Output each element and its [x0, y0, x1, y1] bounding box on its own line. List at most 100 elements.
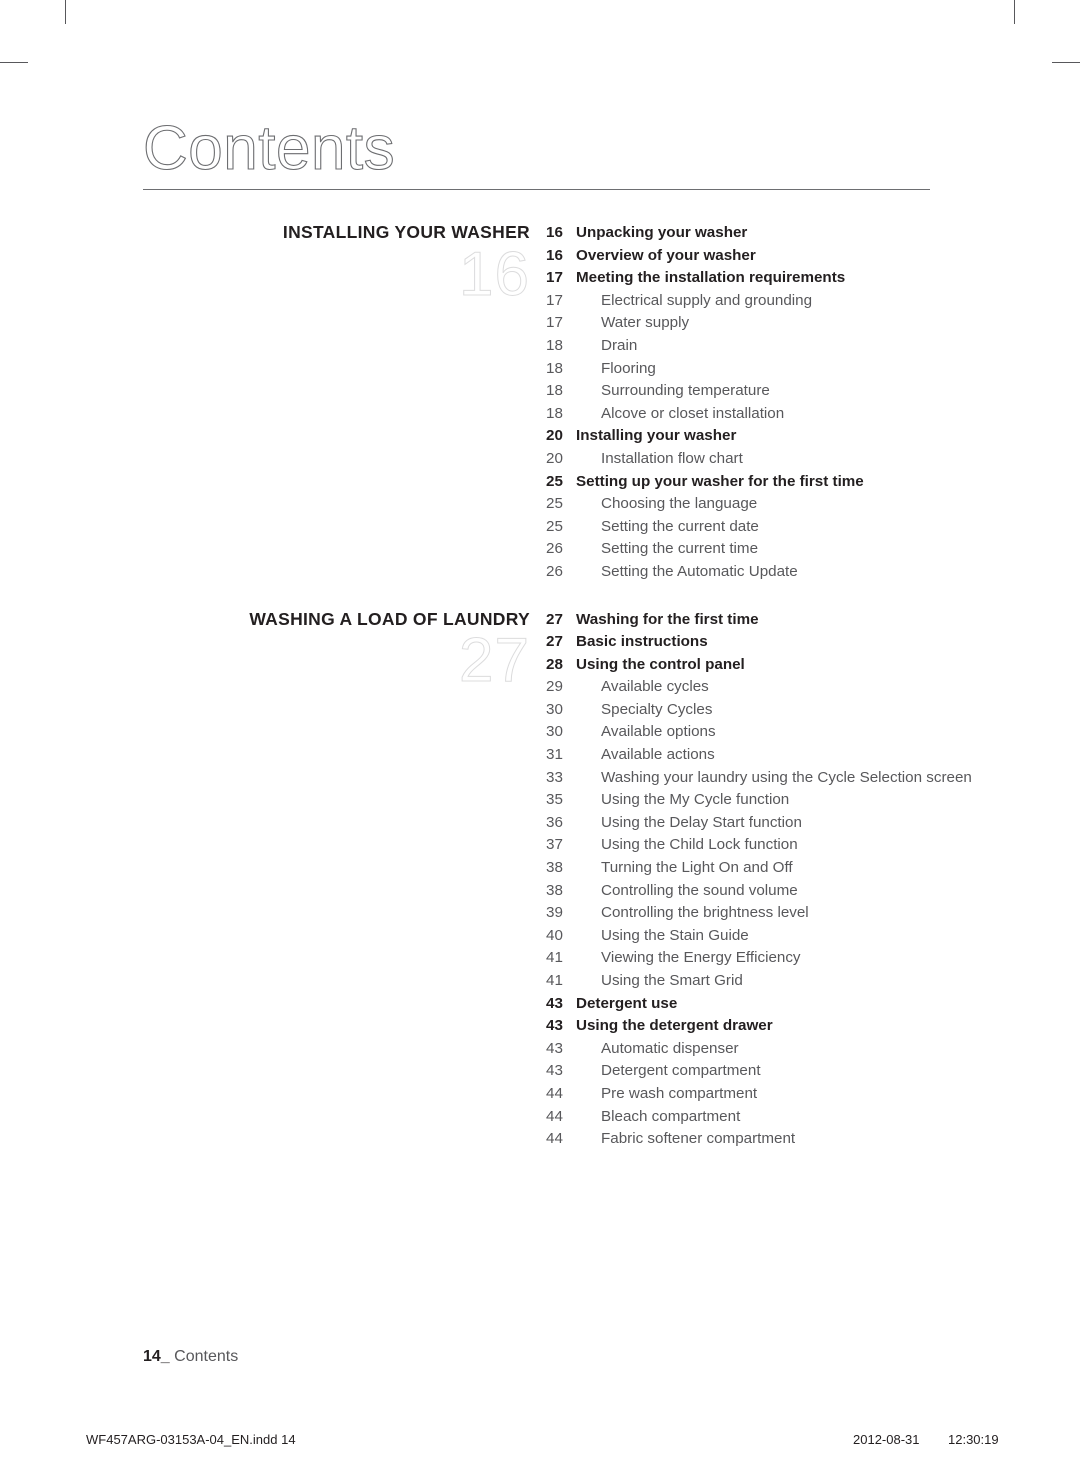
toc-entry[interactable]: 44 Pre wash compartment — [546, 1083, 976, 1106]
toc-entry-page: 20 — [546, 449, 563, 467]
toc-entry-page: 16 — [546, 224, 563, 241]
toc-entry[interactable]: 40 Using the Stain Guide — [546, 925, 976, 948]
toc-entry[interactable]: 17 Meeting the installation requirements — [546, 267, 976, 290]
toc-entry[interactable]: 26 Setting the Automatic Update — [546, 561, 976, 584]
toc-entry-label: Alcove or closet installation — [601, 404, 785, 422]
toc-entry-page: 17 — [546, 269, 563, 287]
toc-entry-label: Available actions — [601, 746, 715, 764]
toc-entry-label: Controlling the brightness level — [601, 904, 809, 922]
page-title: Contents — [142, 114, 396, 183]
toc-entry[interactable]: 20 Installing your washer — [546, 425, 976, 448]
toc-entry[interactable]: 36 Using the Delay Start function — [546, 812, 976, 835]
toc-entry-label: Using the Stain Guide — [601, 926, 749, 944]
toc-entry-page: 17 — [546, 291, 563, 309]
toc-entry-page: 44 — [546, 1084, 563, 1102]
toc-entry[interactable]: 39 Controlling the brightness level — [546, 902, 976, 925]
toc-entry-label: Choosing the language — [601, 495, 758, 513]
toc-entry-list: 27 Washing for the first time 27 Basic inst… — [546, 609, 976, 1151]
toc-entry[interactable]: 29 Available cycles — [546, 676, 976, 699]
toc-entry[interactable]: 38 Turning the Light On and Off — [546, 857, 976, 880]
toc-entry[interactable]: 41 Using the Smart Grid — [546, 970, 976, 993]
toc-entry[interactable]: 20 Installation flow chart — [546, 448, 976, 471]
toc-entry-label: Controlling the sound volume — [601, 881, 798, 899]
crop-mark-top-left-vertical — [65, 0, 66, 24]
toc-entry-page: 26 — [546, 540, 563, 558]
toc-entry-label: Overview of your washer — [576, 246, 756, 264]
toc-entry-page: 25 — [546, 517, 563, 535]
slug-time: 12:30:19 — [948, 1432, 999, 1447]
toc-entry[interactable]: 30 Available options — [546, 721, 976, 744]
toc-entry-label: Detergent use — [576, 994, 678, 1012]
toc-entry-label: Setting up your washer for the first tim… — [576, 472, 864, 490]
toc-entry-page: 18 — [546, 336, 563, 354]
toc-entry[interactable]: 43 Detergent use — [546, 993, 976, 1016]
toc-entry-label: Using the My Cycle function — [601, 791, 790, 809]
toc-entry-label: Setting the Automatic Update — [601, 562, 798, 580]
toc-entry[interactable]: 16 Unpacking your washer — [546, 222, 976, 245]
crop-mark-top-left-horizontal — [0, 62, 28, 63]
toc-entry[interactable]: 28 Using the control panel — [546, 654, 976, 677]
toc-entry[interactable]: 27 Basic instructions — [546, 631, 976, 654]
toc-entry-page: 30 — [546, 700, 563, 718]
toc-entry[interactable]: 25 Setting the current date — [546, 516, 976, 539]
toc-entry[interactable]: 17 Electrical supply and grounding — [546, 290, 976, 313]
toc-entry-label: Detergent compartment — [601, 1062, 761, 1080]
toc-entry[interactable]: 44 Fabric softener compartment — [546, 1128, 976, 1151]
toc-entry[interactable]: 43 Detergent compartment — [546, 1060, 976, 1083]
toc-entry-label: Meeting the installation requirements — [576, 269, 846, 287]
crop-mark-top-right-horizontal — [1052, 62, 1080, 63]
toc-entry[interactable]: 43 Using the detergent drawer — [546, 1015, 976, 1038]
toc-entry[interactable]: 35 Using the My Cycle function — [546, 789, 976, 812]
toc-entry-page: 25 — [546, 472, 563, 490]
toc-section-heading: WASHING A LOAD OF LAUNDRY 27 — [143, 609, 530, 693]
folio-number: 14_ — [143, 1348, 170, 1365]
toc-entry-page: 36 — [546, 813, 563, 831]
toc-entry-label: Using the Smart Grid — [601, 972, 743, 989]
toc-entry[interactable]: 18 Drain — [546, 335, 976, 358]
table-of-contents: INSTALLING YOUR WASHER 16 16 Unpacking your… — [0, 222, 1080, 1151]
toc-entry-page: 25 — [546, 495, 563, 513]
toc-entry-page: 31 — [546, 746, 563, 764]
toc-entry-label: Using the Child Lock function — [601, 836, 798, 854]
page-footer: 14_ Contents — [143, 1348, 238, 1366]
toc-entry-label: Unpacking your washer — [576, 224, 748, 241]
toc-entry[interactable]: 37 Using the Child Lock function — [546, 834, 976, 857]
toc-entry[interactable]: 17 Water supply — [546, 312, 976, 335]
toc-entry[interactable]: 38 Controlling the sound volume — [546, 880, 976, 903]
toc-entry-label: Using the control panel — [576, 655, 745, 673]
toc-entry[interactable]: 16 Overview of your washer — [546, 245, 976, 268]
toc-entry-page: 41 — [546, 949, 563, 967]
toc-entry-label: Electrical supply and grounding — [601, 291, 813, 309]
toc-entry-label: Setting the current time — [601, 540, 759, 558]
toc-entry[interactable]: 31 Available actions — [546, 744, 976, 767]
toc-entry[interactable]: 18 Flooring — [546, 358, 976, 381]
document-page: Contents INSTALLING YOUR WASHER 16 16 Unpac… — [0, 0, 1080, 1461]
toc-entry-label: Automatic dispenser — [601, 1039, 739, 1057]
toc-entry-label: Specialty Cycles — [601, 700, 713, 718]
toc-entry-page: 44 — [546, 1130, 563, 1148]
toc-entry[interactable]: 27 Washing for the first time — [546, 609, 976, 632]
toc-entry-page: 30 — [546, 723, 563, 741]
toc-entry-page: 41 — [546, 972, 563, 989]
toc-entry[interactable]: 33 Washing your laundry using the Cycle S… — [546, 767, 976, 790]
toc-entry[interactable]: 18 Alcove or closet installation — [546, 403, 976, 426]
toc-entry[interactable]: 26 Setting the current time — [546, 538, 976, 561]
toc-entry-list: 16 Unpacking your washer 16 Overview of you… — [546, 222, 976, 584]
toc-entry-label: Turning the Light On and Off — [601, 859, 793, 877]
toc-entry[interactable]: 41 Viewing the Energy Efficiency — [546, 947, 976, 970]
toc-entry-label: Available cycles — [601, 678, 709, 696]
toc-entry[interactable]: 30 Specialty Cycles — [546, 699, 976, 722]
toc-entry-label: Setting the current date — [601, 517, 759, 535]
toc-entry-label: Installing your washer — [576, 427, 737, 445]
toc-entry[interactable]: 43 Automatic dispenser — [546, 1038, 976, 1061]
toc-entry[interactable]: 18 Surrounding temperature — [546, 380, 976, 403]
toc-entry-page: 27 — [546, 610, 563, 628]
toc-entry[interactable]: 25 Choosing the language — [546, 493, 976, 516]
slug-date: 2012-08-31 — [853, 1432, 920, 1447]
toc-entry-page: 18 — [546, 359, 563, 377]
toc-entry-page: 27 — [546, 633, 563, 651]
toc-entry-label: Fabric softener compartment — [601, 1130, 796, 1148]
toc-entry[interactable]: 44 Bleach compartment — [546, 1106, 976, 1129]
toc-entry[interactable]: 25 Setting up your washer for the first t… — [546, 471, 976, 494]
slug-filename: WF457ARG-03153A-04_EN.indd 14 — [86, 1432, 296, 1447]
